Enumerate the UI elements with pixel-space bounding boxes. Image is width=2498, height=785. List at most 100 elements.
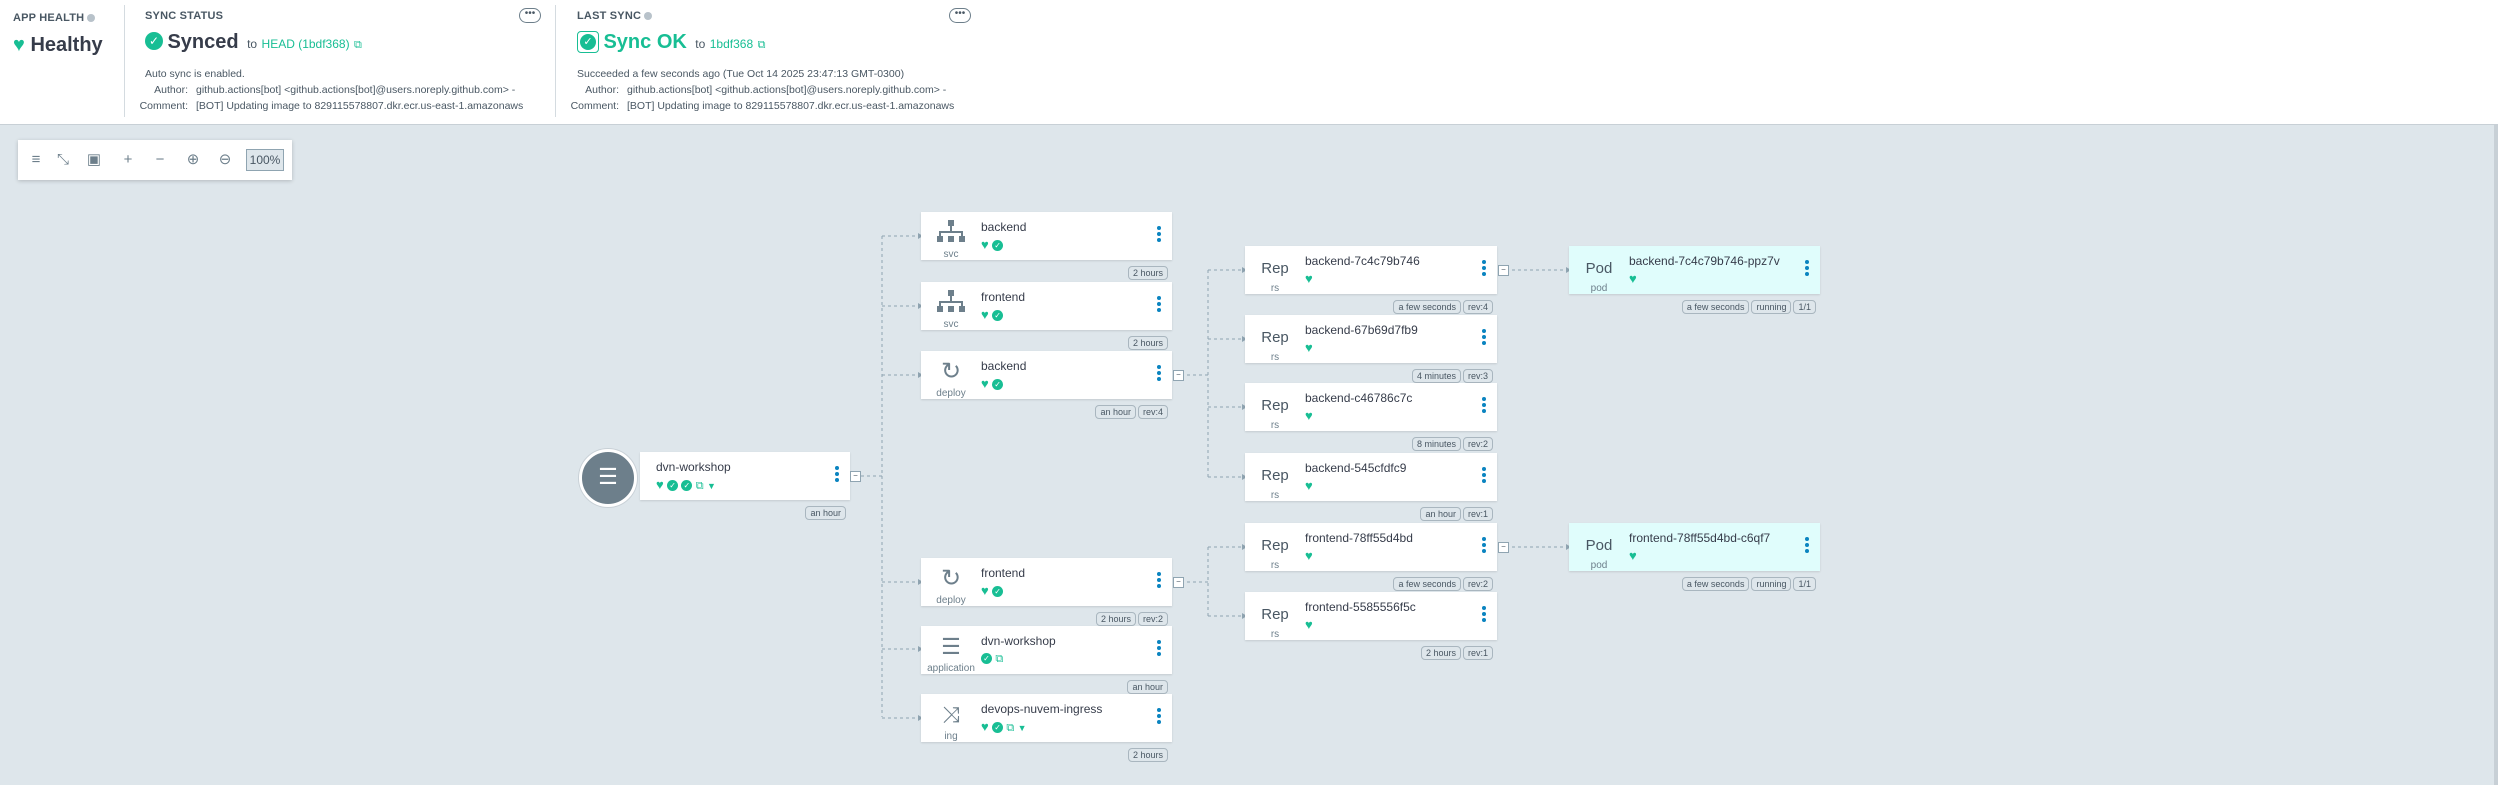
deploy-refresh-icon: ↻ <box>940 565 962 592</box>
revision-tag: rev:1 <box>1462 646 1493 660</box>
node-menu-icon[interactable] <box>1481 604 1487 624</box>
layers-icon: ☰ <box>941 634 961 659</box>
kind-label: application <box>927 663 975 674</box>
check-circle-icon: ✓ <box>992 722 1004 733</box>
external-link-icon[interactable]: ⧉ <box>696 480 704 492</box>
age-tag: 2 hours <box>1127 748 1168 762</box>
caret-down-icon[interactable]: ▼ <box>707 481 716 491</box>
svc-node-frontend[interactable]: svc frontend ♥ ✓ 2 hours <box>921 282 1172 350</box>
node-menu-icon[interactable] <box>1156 638 1162 658</box>
age-tag: a few seconds <box>1681 300 1750 314</box>
replicaset-node[interactable]: Rep rs frontend-5585556f5c ♥ 2 hours rev:… <box>1245 592 1497 660</box>
node-menu-icon[interactable] <box>834 464 840 484</box>
kind-label: svc <box>943 249 959 260</box>
replicaset-node[interactable]: Rep rs backend-67b69d7fb9 ♥ 4 minutes rev… <box>1245 315 1497 383</box>
node-name: backend-67b69d7fb9 <box>1305 323 1418 337</box>
revision-tag: rev:4 <box>1137 405 1168 419</box>
pod-node[interactable]: Pod pod frontend-78ff55d4bd-c6qf7 ♥ a fe… <box>1569 523 1820 591</box>
age-tag: 2 hours <box>1127 266 1168 280</box>
collapse-toggle[interactable]: − <box>1498 542 1509 553</box>
check-circle-icon: ✓ <box>681 480 693 491</box>
node-menu-icon[interactable] <box>1804 535 1810 555</box>
deploy-node-backend[interactable]: ↻ deploy backend ♥ ✓ an hour rev:4 <box>921 351 1172 419</box>
node-menu-icon[interactable] <box>1156 363 1162 383</box>
external-link-icon[interactable]: ⧉ <box>1006 722 1014 734</box>
node-status: ♥ <box>1305 271 1313 286</box>
kind-text: Pod <box>1585 537 1613 554</box>
heart-icon: ♥ <box>1305 548 1313 563</box>
node-status: ♥ ✓ ⧉ ▼ <box>981 719 1027 735</box>
age-tag: 4 minutes <box>1411 369 1461 383</box>
service-icon <box>935 290 967 316</box>
heart-icon: ♥ <box>981 376 989 391</box>
replicaset-node[interactable]: Rep rs frontend-78ff55d4bd ♥ a few secon… <box>1245 523 1497 591</box>
kind-text: Rep <box>1261 606 1289 623</box>
replicaset-node[interactable]: Rep rs backend-7c4c79b746 ♥ a few second… <box>1245 246 1497 314</box>
node-menu-icon[interactable] <box>1804 258 1810 278</box>
ingress-node[interactable]: ⤨ ing devops-nuvem-ingress ♥ ✓ ⧉ ▼ 2 hou… <box>921 694 1172 762</box>
pod-node[interactable]: Pod pod backend-7c4c79b746-ppz7v ♥ a few… <box>1569 246 1820 314</box>
age-tag: an hour <box>1095 405 1136 419</box>
application-root-icon[interactable]: ☰ <box>579 449 637 507</box>
vertical-scrollbar[interactable] <box>2494 124 2498 785</box>
collapse-toggle[interactable]: − <box>1498 265 1509 276</box>
collapse-toggle[interactable]: − <box>1173 577 1184 588</box>
node-tags: a few seconds running 1/1 <box>1680 297 1816 315</box>
kind-text: Pod <box>1585 260 1613 277</box>
svc-node-backend[interactable]: svc backend ♥ ✓ 2 hours <box>921 212 1172 280</box>
node-status: ♥ <box>1305 617 1313 632</box>
check-circle-icon: ✓ <box>992 586 1004 597</box>
node-tags: an hour rev:4 <box>1093 402 1168 420</box>
check-circle-icon: ✓ <box>992 379 1004 390</box>
check-circle-icon: ✓ <box>992 310 1004 321</box>
node-menu-icon[interactable] <box>1481 465 1487 485</box>
kind-label: rs <box>1270 629 1280 640</box>
age-tag: an hour <box>805 506 846 520</box>
node-tags: an hour rev:1 <box>1418 504 1493 522</box>
age-tag: an hour <box>1127 680 1168 694</box>
replicaset-node[interactable]: Rep rs backend-c46786c7c ♥ 8 minutes rev:… <box>1245 383 1497 451</box>
node-menu-icon[interactable] <box>1481 535 1487 555</box>
age-tag: 2 hours <box>1095 612 1136 626</box>
node-name: backend-7c4c79b746-ppz7v <box>1629 254 1780 268</box>
node-menu-icon[interactable] <box>1481 395 1487 415</box>
check-circle-icon: ✓ <box>981 653 992 664</box>
collapse-toggle[interactable]: − <box>1173 370 1184 381</box>
kind-label: svc <box>943 319 959 330</box>
kind-text: Rep <box>1261 397 1289 414</box>
collapse-toggle[interactable]: − <box>850 471 861 482</box>
node-menu-icon[interactable] <box>1156 706 1162 726</box>
revision-tag: rev:1 <box>1462 507 1493 521</box>
revision-tag: rev:2 <box>1137 612 1168 626</box>
external-link-icon[interactable]: ⧉ <box>995 653 1003 665</box>
kind-text: Rep <box>1261 260 1289 277</box>
node-menu-icon[interactable] <box>1481 258 1487 278</box>
node-menu-icon[interactable] <box>1156 224 1162 244</box>
node-status: ♥ <box>1305 478 1313 493</box>
age-tag: a few seconds <box>1681 577 1750 591</box>
node-name: frontend-78ff55d4bd <box>1305 531 1413 545</box>
node-menu-icon[interactable] <box>1156 570 1162 590</box>
kind-label: deploy <box>936 595 966 606</box>
app-node-root[interactable]: dvn-workshop ♥ ✓ ✓ ⧉ ▼ an hour <box>640 452 850 520</box>
replicaset-node[interactable]: Rep rs backend-545cfdfc9 ♥ an hour rev:1 <box>1245 453 1497 521</box>
kind-text: Rep <box>1261 537 1289 554</box>
node-status: ♥ <box>1629 271 1637 286</box>
state-tag: running <box>1751 577 1792 591</box>
node-menu-icon[interactable] <box>1481 327 1487 347</box>
heart-icon: ♥ <box>1305 478 1313 493</box>
application-node[interactable]: ☰ application dvn-workshop ✓ ⧉ an hour <box>921 626 1172 694</box>
kind-label: rs <box>1270 420 1280 431</box>
node-name: backend <box>981 220 1027 234</box>
caret-down-icon[interactable]: ▼ <box>1018 723 1027 733</box>
node-name: frontend <box>981 566 1026 580</box>
node-tags: a few seconds running 1/1 <box>1680 574 1816 592</box>
node-tags: a few seconds rev:4 <box>1391 297 1493 315</box>
age-tag: an hour <box>1420 507 1461 521</box>
node-tags: a few seconds rev:2 <box>1391 574 1493 592</box>
state-tag: running <box>1751 300 1792 314</box>
node-menu-icon[interactable] <box>1156 294 1162 314</box>
deploy-node-frontend[interactable]: ↻ deploy frontend ♥ ✓ 2 hours rev:2 <box>921 558 1172 626</box>
kind-text: Rep <box>1261 467 1289 484</box>
node-tags: an hour <box>803 503 846 521</box>
